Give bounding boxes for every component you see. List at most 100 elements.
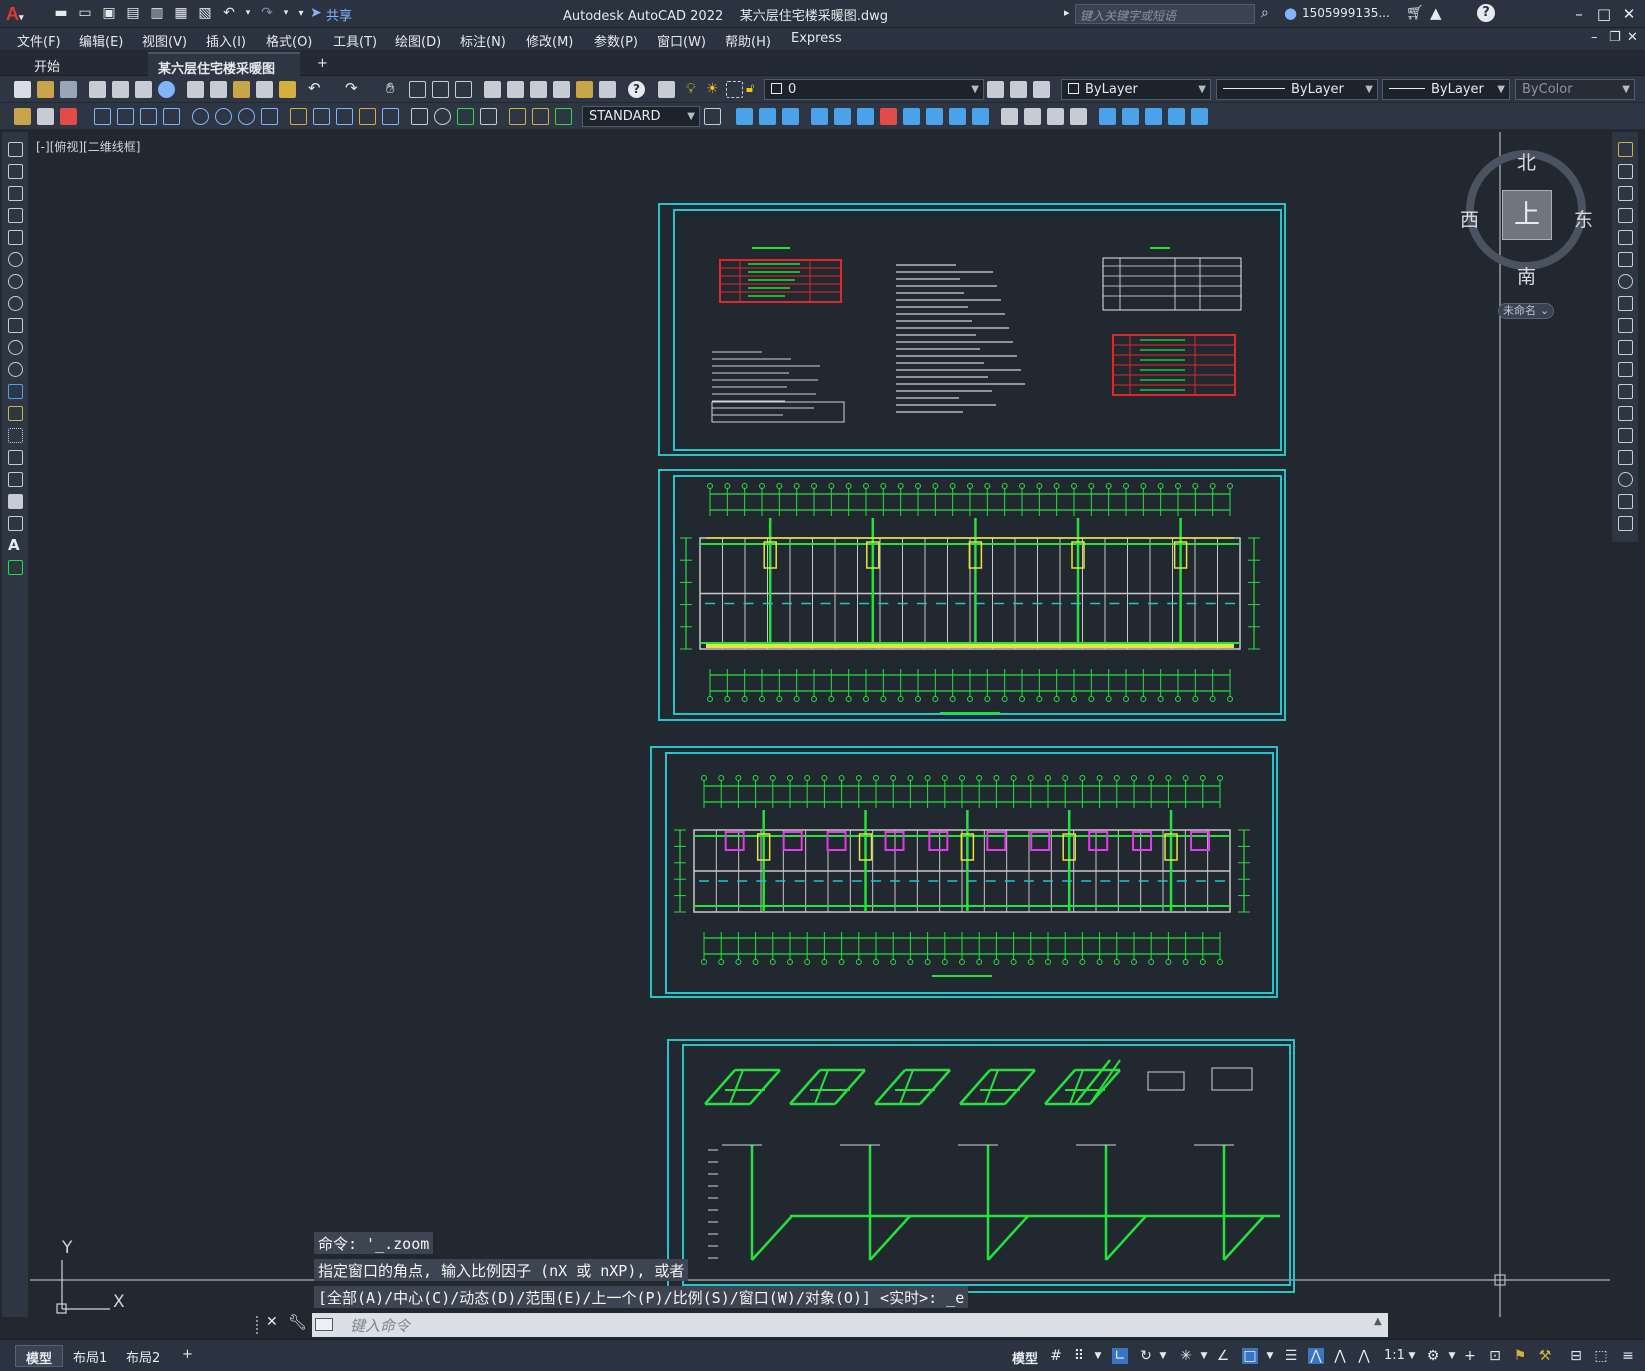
linetype-dropdown[interactable]: ByLayer ▼ — [1216, 79, 1378, 100]
join-icon[interactable] — [1618, 428, 1633, 443]
scale-icon[interactable] — [1618, 296, 1633, 311]
polar-icon[interactable]: ↻ — [1138, 1348, 1154, 1364]
drawing-canvas[interactable]: Y X — [30, 132, 1610, 1317]
inspection-icon[interactable] — [457, 108, 474, 125]
move-3d-icon[interactable] — [736, 108, 753, 125]
menu-express[interactable]: Express — [791, 31, 842, 46]
revision-cloud-icon[interactable] — [8, 296, 23, 311]
open-file-icon[interactable]: ▭ — [76, 5, 94, 22]
search-expand-icon[interactable]: ▸ — [1064, 6, 1070, 19]
recent-commands-icon[interactable]: ▲ — [1374, 1316, 1382, 1327]
cart-icon[interactable]: 🛒︎ — [1406, 5, 1424, 21]
layer-thaw-icon[interactable]: ☀ — [706, 81, 723, 98]
annotation-monitor-icon[interactable]: + — [1462, 1348, 1478, 1364]
doc-minimize-icon[interactable]: – — [1591, 30, 1598, 45]
redo-tool-icon[interactable]: ↷ — [345, 81, 362, 98]
doc-restore-icon[interactable]: ❐ — [1609, 30, 1621, 45]
viewcube-north[interactable]: 北 — [1517, 148, 1536, 175]
center-mark-icon[interactable] — [434, 108, 451, 125]
snap-dropdown-icon[interactable]: ▼ — [1090, 1348, 1106, 1364]
layer-viewport-icon[interactable] — [726, 81, 743, 98]
layer-unlock-icon[interactable]: 🔓︎ — [746, 81, 763, 98]
ellipse-icon[interactable] — [8, 340, 23, 355]
tolerance-icon[interactable] — [411, 108, 428, 125]
sheet-set-icon[interactable] — [553, 81, 570, 98]
lineweight-dropdown[interactable]: ByLayer ▼ — [1382, 79, 1510, 100]
color-dropdown[interactable]: ByLayer ▼ — [1061, 79, 1211, 100]
command-input[interactable]: 键入命令 — [312, 1313, 1388, 1337]
dimension-edit-icon[interactable] — [509, 108, 526, 125]
copy-icon[interactable] — [210, 81, 227, 98]
array-tool-icon[interactable] — [857, 108, 874, 125]
properties-icon[interactable] — [484, 81, 501, 98]
publish-tool-icon[interactable] — [135, 81, 152, 98]
customize-quick-access-icon[interactable]: ▾ — [296, 5, 306, 22]
menu-tools[interactable]: 工具(T) — [333, 31, 377, 50]
arc-icon[interactable] — [8, 252, 23, 267]
quickcalc-icon[interactable] — [599, 81, 616, 98]
design-center-icon[interactable] — [507, 81, 524, 98]
ucs-icon[interactable] — [1099, 108, 1116, 125]
trim-tool-icon[interactable] — [903, 108, 920, 125]
units-icon[interactable]: ⊡ — [1487, 1348, 1503, 1364]
plotstyle-dropdown[interactable]: ByColor ▼ — [1515, 79, 1635, 100]
isodraft-dropdown-icon[interactable]: ▼ — [1196, 1348, 1212, 1364]
union-icon[interactable] — [1024, 108, 1041, 125]
layer-isolate-icon[interactable] — [60, 108, 77, 125]
osnap-dropdown-icon[interactable]: ▼ — [1262, 1348, 1278, 1364]
isolate-objects-icon[interactable]: ⊟ — [1568, 1348, 1584, 1364]
autocad-logo-icon[interactable]: A▾ — [6, 4, 28, 24]
rectangle-icon[interactable] — [8, 230, 23, 245]
qnew-icon[interactable] — [14, 81, 31, 98]
array-icon[interactable] — [1618, 230, 1633, 245]
erase-icon[interactable] — [1618, 142, 1633, 157]
lineweight-icon[interactable]: ☰ — [1283, 1348, 1299, 1364]
annotation-scale-value[interactable]: 1:1 — [1384, 1348, 1405, 1363]
copy-object-icon[interactable] — [1618, 164, 1633, 179]
break-at-point-icon[interactable] — [1618, 384, 1633, 399]
extend-tool-icon[interactable] — [926, 108, 943, 125]
autodesk-app-icon[interactable]: ▲ — [1430, 4, 1442, 22]
model-space-toggle[interactable]: 模型 — [1012, 1348, 1038, 1367]
polygon-icon[interactable] — [8, 208, 23, 223]
publish-web-icon[interactable] — [158, 81, 175, 98]
undo-dropdown-icon[interactable]: ▾ — [244, 5, 252, 22]
explode-icon[interactable] — [1618, 516, 1633, 531]
layout-tab-1[interactable]: 布局1 — [63, 1345, 117, 1367]
doc-close-icon[interactable]: ✕ — [1627, 30, 1638, 45]
region-draw-icon[interactable] — [8, 494, 23, 509]
zoom-realtime-icon[interactable] — [409, 81, 426, 98]
make-current-layer-icon[interactable] — [987, 81, 1004, 98]
workspace-icon[interactable] — [14, 108, 31, 125]
multiline-text-icon[interactable]: A — [8, 538, 23, 553]
ortho-icon[interactable]: ∟ — [1112, 1348, 1128, 1364]
layer-previous-icon[interactable] — [1010, 81, 1027, 98]
auto-scale-icon[interactable]: ⋀ — [1332, 1348, 1348, 1364]
match-properties-icon[interactable] — [256, 81, 273, 98]
grid-icon[interactable]: # — [1048, 1348, 1064, 1364]
add-layout-icon[interactable]: + — [172, 1345, 203, 1367]
brush-icon[interactable] — [279, 81, 296, 98]
menu-dimension[interactable]: 标注(N) — [460, 31, 506, 50]
menu-help[interactable]: 帮助(H) — [725, 31, 771, 50]
dimension-break-icon[interactable] — [382, 108, 399, 125]
pan-icon[interactable]: ✋︎ — [386, 81, 403, 98]
jogged-linear-icon[interactable] — [480, 108, 497, 125]
undo-icon[interactable]: ↶ — [220, 5, 238, 22]
aligned-dimension-icon[interactable] — [117, 108, 134, 125]
line-icon[interactable] — [8, 142, 23, 157]
menu-draw[interactable]: 绘图(D) — [395, 31, 441, 50]
user-icon[interactable]: ● — [1284, 4, 1297, 22]
dimension-style-icon[interactable] — [704, 108, 721, 125]
blend-curves-icon[interactable] — [1618, 494, 1633, 509]
rotate-icon[interactable] — [1618, 274, 1633, 289]
annotation-scale-icon[interactable]: ⋀ — [1356, 1348, 1372, 1364]
rotate-tool-icon[interactable] — [811, 108, 828, 125]
workspace-dropdown-icon[interactable]: ▼ — [1444, 1348, 1460, 1364]
layout-tab-model[interactable]: 模型 — [15, 1345, 64, 1367]
command-prompt-icon[interactable] — [315, 1318, 333, 1331]
menu-insert[interactable]: 插入(I) — [206, 31, 246, 50]
paste-icon[interactable] — [233, 81, 250, 98]
print-icon[interactable]: ▧ — [196, 5, 214, 22]
menu-view[interactable]: 视图(V) — [142, 31, 187, 50]
